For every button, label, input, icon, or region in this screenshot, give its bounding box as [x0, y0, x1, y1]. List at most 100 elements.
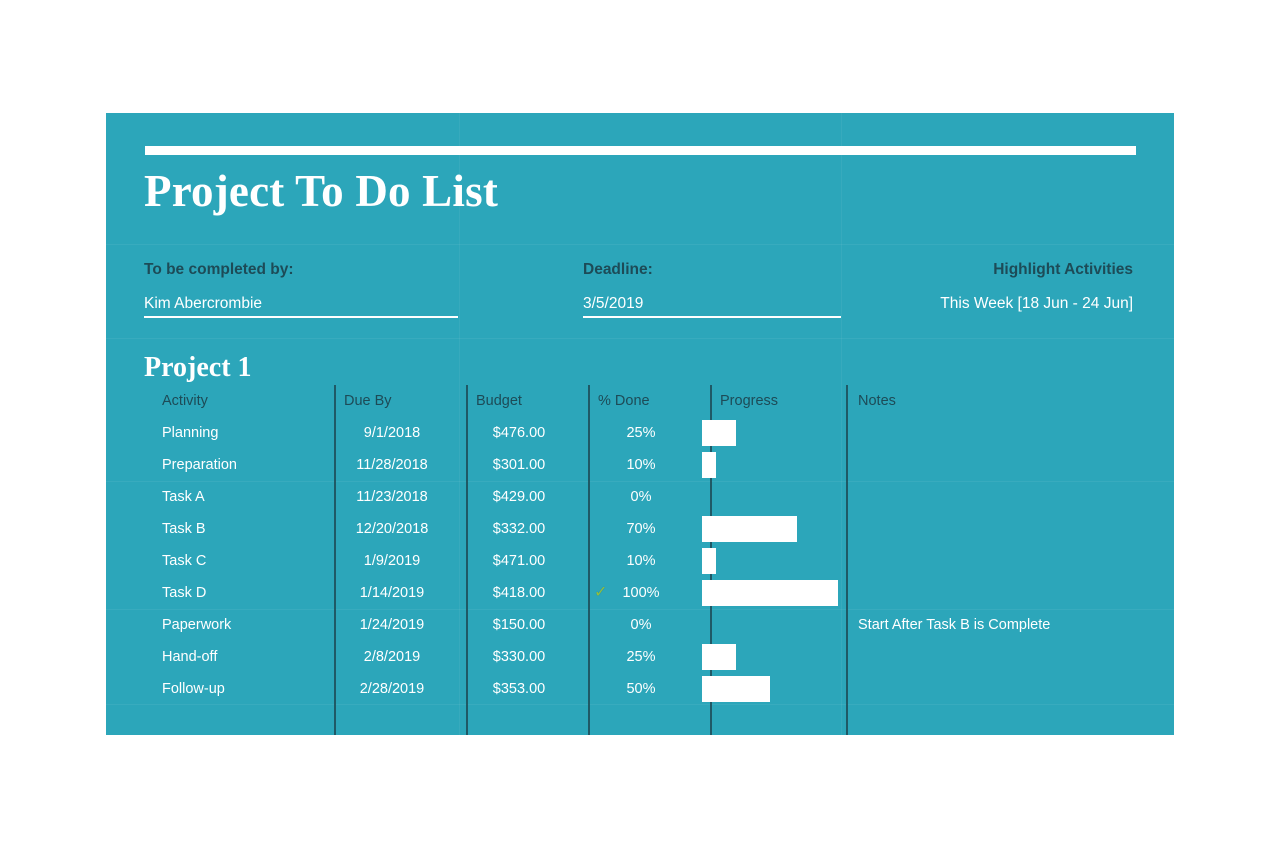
- progress-bar-track: [702, 484, 838, 510]
- cell-percent-done: 70%: [580, 513, 702, 545]
- title-rule: [145, 146, 1136, 155]
- highlight-activities-label: Highlight Activities: [993, 261, 1133, 278]
- table-row[interactable]: Hand-off 2/8/2019 $330.00 25%: [144, 641, 1174, 673]
- progress-bar-track: [702, 452, 838, 478]
- row-band-1: [106, 244, 1174, 245]
- cell-due-by: 1/24/2019: [359, 617, 425, 633]
- cell-activity: Hand-off: [162, 649, 218, 665]
- table-body: Planning 9/1/2018 $476.00 25% Preparation 11/…: [144, 417, 1174, 705]
- table-header-row: Activity Due By Budget % Done Progress N…: [144, 385, 1174, 417]
- cell-budget: $429.00: [492, 489, 546, 505]
- cell-notes: [838, 673, 1174, 705]
- percent-done-text: 0%: [630, 617, 652, 633]
- progress-bar-track: [702, 676, 838, 702]
- cell-budget: $332.00: [492, 521, 546, 537]
- cell-percent-done: ✓ 100%: [580, 577, 702, 609]
- cell-progress: [702, 513, 838, 545]
- cell-budget: $330.00: [492, 649, 546, 665]
- percent-done-text: 70%: [626, 521, 656, 537]
- progress-bar-track: [702, 420, 838, 446]
- completed-by-label: To be completed by:: [144, 261, 294, 278]
- cell-due-by: 1/14/2019: [359, 585, 425, 601]
- table-row[interactable]: Follow-up 2/28/2019 $353.00 50%: [144, 673, 1174, 705]
- cell-notes: [838, 417, 1174, 449]
- column-header-notes: Notes: [858, 393, 896, 409]
- cell-notes: Start After Task B is Complete: [858, 617, 1051, 633]
- cell-percent-done: 50%: [580, 673, 702, 705]
- cell-activity: Task C: [162, 553, 207, 569]
- percent-done-text: 0%: [630, 489, 652, 505]
- cell-activity: Task D: [162, 585, 207, 601]
- cell-budget: $418.00: [492, 585, 546, 601]
- task-table: Activity Due By Budget % Done Progress N…: [144, 385, 1174, 735]
- percent-done-text: 50%: [626, 681, 656, 697]
- cell-due-by: 11/28/2018: [356, 457, 428, 473]
- cell-progress: [702, 417, 838, 449]
- cell-percent-done: 0%: [580, 609, 702, 641]
- column-header-budget: Budget: [476, 393, 522, 409]
- cell-percent-done: 10%: [580, 449, 702, 481]
- progress-bar-fill: [702, 548, 716, 574]
- cell-notes: [838, 513, 1174, 545]
- progress-bar-track: [702, 548, 838, 574]
- column-header-due-by: Due By: [344, 393, 392, 409]
- table-row[interactable]: Task D 1/14/2019 $418.00 ✓ 100%: [144, 577, 1174, 609]
- cell-notes: [838, 577, 1174, 609]
- cell-progress: [702, 641, 838, 673]
- cell-progress: [702, 545, 838, 577]
- percent-done-text: 25%: [626, 649, 656, 665]
- table-row[interactable]: Preparation 11/28/2018 $301.00 10%: [144, 449, 1174, 481]
- cell-activity: Task A: [162, 489, 205, 505]
- cell-progress: [702, 449, 838, 481]
- cell-budget: $301.00: [492, 457, 546, 473]
- cell-activity: Paperwork: [162, 617, 232, 633]
- deadline-label: Deadline:: [583, 261, 653, 278]
- cell-progress: [702, 481, 838, 513]
- cell-percent-done: 0%: [580, 481, 702, 513]
- row-band-2: [106, 338, 1174, 339]
- cell-due-by: 1/9/2019: [363, 553, 421, 569]
- cell-budget: $471.00: [492, 553, 546, 569]
- table-row[interactable]: Paperwork 1/24/2019 $150.00 0% Start After T…: [144, 609, 1174, 641]
- table-row[interactable]: Planning 9/1/2018 $476.00 25%: [144, 417, 1174, 449]
- progress-bar-fill: [702, 516, 797, 542]
- cell-notes: [838, 449, 1174, 481]
- cell-notes: [838, 641, 1174, 673]
- cell-progress: [702, 609, 838, 641]
- cell-due-by: 2/8/2019: [363, 649, 421, 665]
- cell-notes: [838, 481, 1174, 513]
- cell-progress: [702, 577, 838, 609]
- table-row[interactable]: Task A 11/23/2018 $429.00 0%: [144, 481, 1174, 513]
- completed-by-underline: [144, 316, 458, 318]
- project-name: Project 1: [144, 352, 252, 383]
- cell-due-by: 11/23/2018: [356, 489, 428, 505]
- percent-done-text: 100%: [622, 585, 660, 601]
- deadline-underline: [583, 316, 841, 318]
- cell-notes: [838, 545, 1174, 577]
- progress-bar-fill: [702, 580, 838, 606]
- cell-progress: [702, 673, 838, 705]
- cell-activity: Preparation: [162, 457, 237, 473]
- cell-budget: $353.00: [492, 681, 546, 697]
- page-title: Project To Do List: [144, 166, 498, 216]
- cell-percent-done: 25%: [580, 641, 702, 673]
- completed-by-value[interactable]: Kim Abercrombie: [144, 295, 262, 313]
- table-row[interactable]: Task C 1/9/2019 $471.00 10%: [144, 545, 1174, 577]
- screenshot-canvas: Project To Do List To be completed by: K…: [0, 0, 1280, 850]
- column-header-progress: Progress: [720, 393, 779, 409]
- progress-bar-track: [702, 644, 838, 670]
- cell-due-by: 12/20/2018: [355, 521, 429, 537]
- deadline-value[interactable]: 3/5/2019: [583, 295, 643, 313]
- table-row[interactable]: Task B 12/20/2018 $332.00 70%: [144, 513, 1174, 545]
- progress-bar-fill: [702, 676, 770, 702]
- cell-activity: Planning: [162, 425, 219, 441]
- highlight-activities-value[interactable]: This Week [18 Jun - 24 Jun]: [940, 295, 1133, 313]
- column-header-percent-done: % Done: [598, 393, 650, 409]
- cell-percent-done: 10%: [580, 545, 702, 577]
- cell-percent-done: 25%: [580, 417, 702, 449]
- percent-done-text: 25%: [626, 425, 656, 441]
- project-todo-card: Project To Do List To be completed by: K…: [106, 113, 1174, 735]
- check-icon: ✓: [594, 584, 608, 601]
- progress-bar-fill: [702, 420, 736, 446]
- progress-bar-fill: [702, 644, 736, 670]
